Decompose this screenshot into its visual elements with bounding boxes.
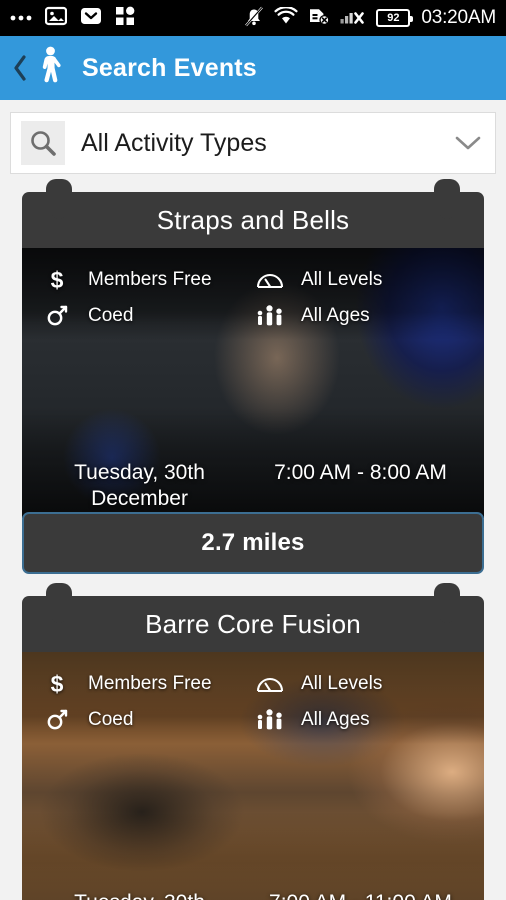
notifications-muted-icon: [244, 5, 264, 32]
event-card-header: Barre Core Fusion: [22, 596, 484, 652]
event-price-label: Members Free: [88, 269, 212, 290]
people-group-icon: [253, 304, 287, 328]
event-card-body[interactable]: $ Members Free All Levels: [22, 652, 484, 900]
hanger-hook-left-icon: [45, 206, 73, 234]
event-level-label: All Levels: [301, 269, 383, 290]
event-level: All Levels: [253, 673, 466, 695]
event-title: Straps and Bells: [156, 204, 350, 235]
event-ages: All Ages: [253, 708, 466, 732]
event-card-body[interactable]: $ Members Free All Levels: [22, 248, 484, 518]
dollar-icon: $: [50, 266, 64, 293]
apps-grid-icon: [115, 6, 135, 31]
event-time: 7:00 AM - 11:00 AM: [253, 890, 468, 900]
event-meta: $ Members Free All Levels Coed All Ages: [22, 666, 484, 738]
event-card-header: Straps and Bells: [22, 192, 484, 248]
battery-level: 92: [387, 11, 400, 24]
hanger-hook-right-icon: [433, 206, 461, 234]
event-date: Tuesday, 30th: [38, 890, 253, 900]
hanger-hook-left-icon: [45, 610, 73, 638]
wifi-icon: [274, 5, 298, 30]
event-card[interactable]: Straps and Bells $ Members Free All Leve…: [22, 179, 484, 574]
event-meta-row: $ Members Free All Levels: [40, 666, 466, 702]
search-icon[interactable]: [21, 121, 65, 165]
event-price: $ Members Free: [40, 266, 253, 293]
hanger-hook-right-icon: [433, 610, 461, 638]
event-meta-row: Coed All Ages: [40, 298, 466, 334]
event-level-label: All Levels: [301, 673, 383, 694]
event-distance-footer[interactable]: 2.7 miles: [22, 512, 484, 574]
event-ages: All Ages: [253, 304, 466, 328]
gauge-icon: [253, 271, 287, 289]
event-gender-label: Coed: [88, 709, 134, 730]
event-price-label: Members Free: [88, 673, 212, 694]
event-date: Tuesday, 30th December: [74, 460, 205, 510]
filter-section: All Activity Types: [0, 100, 506, 174]
page-title: Search Events: [82, 53, 257, 82]
sim-card-off-icon: [308, 6, 330, 31]
event-distance: 2.7 miles: [201, 529, 305, 556]
back-chevron-icon[interactable]: [12, 55, 28, 81]
gender-icon: [40, 303, 74, 329]
status-bar: 92 03:20AM: [0, 0, 506, 36]
event-time: 7:00 AM - 8:00 AM: [274, 460, 447, 484]
signal-off-icon: [340, 7, 366, 30]
dollar-icon: $: [50, 670, 64, 697]
photo-icon: [44, 6, 68, 31]
event-meta: $ Members Free All Levels Coed All Ages: [22, 262, 484, 334]
event-title: Barre Core Fusion: [145, 608, 361, 639]
mail-icon: [80, 6, 102, 31]
event-ages-label: All Ages: [301, 305, 370, 326]
event-gender: Coed: [40, 707, 253, 733]
event-schedule: Tuesday, 30th December 7:00 AM - 8:00 AM: [22, 460, 484, 513]
activity-type-dropdown[interactable]: All Activity Types: [10, 112, 496, 174]
event-schedule: Tuesday, 30th 7:00 AM - 11:00 AM: [22, 890, 484, 900]
activity-type-value: All Activity Types: [81, 128, 267, 157]
status-clock: 03:20AM: [421, 7, 496, 28]
status-bar-right-icons: 92 03:20AM: [244, 5, 496, 32]
event-gender: Coed: [40, 303, 253, 329]
gender-icon: [40, 707, 74, 733]
event-gender-label: Coed: [88, 305, 134, 326]
photo-bottom-scrim: [22, 812, 484, 900]
battery-indicator: 92: [376, 9, 414, 27]
status-bar-left-icons: [10, 6, 135, 31]
events-list[interactable]: Straps and Bells $ Members Free All Leve…: [0, 174, 506, 900]
person-walking-logo-icon[interactable]: [34, 45, 68, 91]
people-group-icon: [253, 708, 287, 732]
event-level: All Levels: [253, 269, 466, 291]
chevron-down-icon[interactable]: [455, 135, 481, 151]
event-card[interactable]: Barre Core Fusion $ Members Free All Lev…: [22, 583, 484, 900]
gauge-icon: [253, 675, 287, 693]
app-header: Search Events: [0, 36, 506, 100]
event-meta-row: $ Members Free All Levels: [40, 262, 466, 298]
more-dots-icon: [10, 9, 32, 27]
event-meta-row: Coed All Ages: [40, 702, 466, 738]
event-price: $ Members Free: [40, 670, 253, 697]
event-ages-label: All Ages: [301, 709, 370, 730]
